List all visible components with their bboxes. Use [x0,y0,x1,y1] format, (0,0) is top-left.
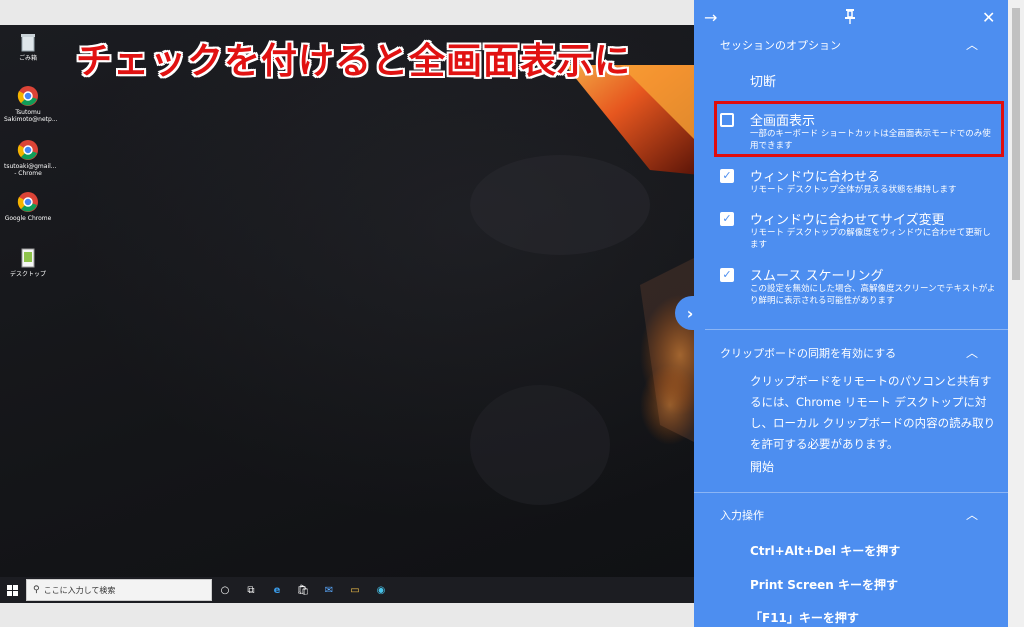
chrome-icon [17,85,39,107]
desktop-icon-label: tsutoaki@gmail... - Chrome [4,163,57,177]
desktop-icon-desktop-shortcut[interactable]: デスクトップ [4,247,52,278]
session-options-panel: → ✕ セッションのオプション ︿ 切断 全画面表示 一部のキーボード ショート… [694,0,1008,627]
option-description: この設定を無効にした場合、高解像度スクリーンでテキストがより鮮明に表示される可能… [750,284,996,306]
pin-icon[interactable] [844,8,856,28]
option-title: ウィンドウに合わせる [750,170,881,185]
task-view-icon[interactable]: ⧉ [238,577,264,603]
desktop-icon-label: Tsutomu Sakimoto@netp... [4,109,58,123]
chevron-up-icon[interactable]: ︿ [966,36,978,53]
f11-button[interactable]: 「F11」キーを押す [750,609,859,626]
clipboard-description: クリップボードをリモートのパソコンと共有するには、Chrome リモート デスク… [750,374,996,451]
scrollbar-thumb[interactable] [1012,8,1020,280]
document-icon [17,247,39,269]
windows-logo-icon [6,584,18,596]
fit-to-window-checkbox[interactable]: ✓ [720,169,734,183]
desktop-icon-label: デスクトップ [9,271,46,278]
section-header-session-options[interactable]: セッションのオプション [720,37,841,53]
remote-desktop-view[interactable]: ごみ箱 Tsutomu Sakimoto@netp... tsutoaki@gm… [0,25,700,603]
option-description: リモート デスクトップの解像度をウィンドウに合わせて更新します [750,228,991,250]
option-title: ウィンドウに合わせてサイズ変更 [750,213,945,228]
taskbar-search-box[interactable]: ⚲ ここに入力して検索 [26,579,212,601]
section-header-input[interactable]: 入力操作 [720,507,764,523]
search-icon: ⚲ [33,585,40,595]
smooth-scaling-checkbox[interactable]: ✓ [720,268,734,282]
close-icon[interactable]: ✕ [982,8,995,27]
taskbar-search-placeholder: ここに入力して検索 [43,585,116,595]
edge-icon[interactable]: e [264,577,290,603]
cortana-icon[interactable]: ○ [212,577,238,603]
section-divider [694,492,1008,493]
desktop-icon-recycle-bin[interactable]: ごみ箱 [4,31,52,62]
chevron-up-icon[interactable]: ︿ [966,344,978,361]
arrow-right-icon[interactable]: → [704,8,717,27]
section-header-clipboard[interactable]: クリップボードの同期を有効にする [720,345,896,361]
mail-icon[interactable]: ✉ [316,577,342,603]
desktop-icon-chrome-profile-1[interactable]: Tsutomu Sakimoto@netp... [4,85,58,123]
desktop-icon-google-chrome[interactable]: Google Chrome [4,191,52,222]
print-screen-button[interactable]: Print Screen キーを押す [750,576,898,593]
start-button[interactable] [0,577,24,603]
annotation-caption: チェックを付けると全画面表示に [76,41,632,82]
section-divider [694,329,1008,330]
chrome-icon [17,139,39,161]
collapse-panel-button[interactable]: › [675,296,705,330]
windows-taskbar: ⚲ ここに入力して検索 ○ ⧉ e 🛍 ✉ ▭ ◉ [0,577,700,603]
recycle-bin-icon [17,31,39,53]
option-title: スムース スケーリング [750,269,884,284]
panel-toolbar: → ✕ [694,0,1008,34]
chevron-up-icon[interactable]: ︿ [966,506,978,523]
disconnect-button[interactable]: 切断 [750,71,776,90]
ctrl-alt-del-button[interactable]: Ctrl+Alt+Del キーを押す [750,542,900,559]
option-description: リモート デスクトップ全体が見える状態を維持します [750,185,957,195]
chevron-right-icon: › [686,303,694,323]
desktop-icon-chrome-profile-2[interactable]: tsutoaki@gmail... - Chrome [4,139,57,177]
desktop-icon-label: Google Chrome [4,215,52,222]
fullscreen-highlight-box [714,101,1004,157]
resize-to-window-checkbox[interactable]: ✓ [720,212,734,226]
store-icon[interactable]: 🛍 [290,577,316,603]
file-explorer-icon[interactable]: ▭ [342,577,368,603]
desktop-icon-label: ごみ箱 [18,55,37,62]
window-scrollbar[interactable] [1008,0,1024,627]
chrome-icon [17,191,39,213]
desktop-wallpaper: ごみ箱 Tsutomu Sakimoto@netp... tsutoaki@gm… [0,25,700,577]
fire-wallpaper-graphic [470,65,700,505]
clipboard-start-button[interactable]: 開始 [750,458,774,475]
remote-desktop-icon[interactable]: ◉ [368,577,394,603]
